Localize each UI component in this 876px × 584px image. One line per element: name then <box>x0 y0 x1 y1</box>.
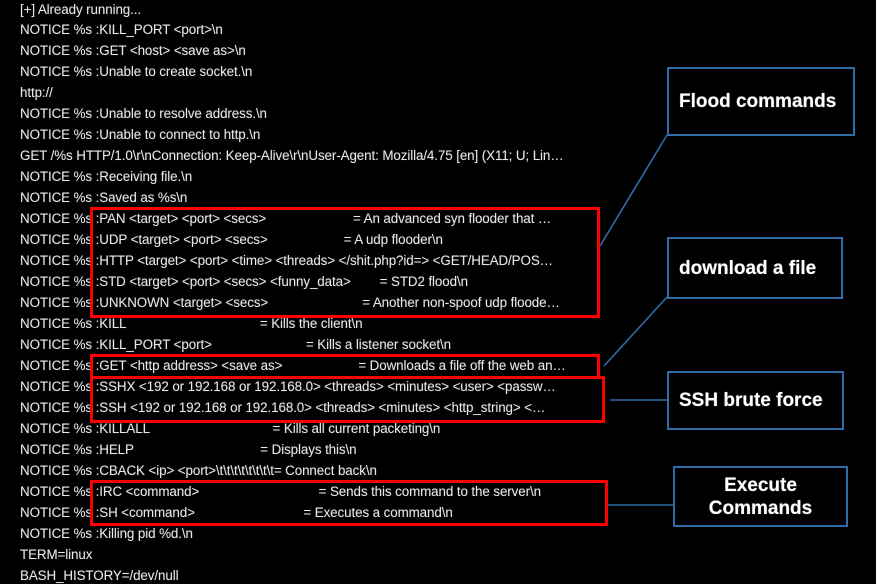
terminal-line: NOTICE %s :UDP <target> <port> <secs> = … <box>20 232 443 247</box>
terminal-line: NOTICE %s :KILL_PORT <port> = Kills a li… <box>20 337 451 352</box>
terminal-line: http:// <box>20 85 53 100</box>
callout-download-a-file: download a file <box>667 237 843 299</box>
terminal-line: NOTICE %s :Unable to connect to http.\n <box>20 127 261 142</box>
callout-label-wrap: Execute Commands <box>709 474 812 520</box>
terminal-line: NOTICE %s :CBACK <ip> <port>\t\t\t\t\t\t… <box>20 463 377 478</box>
callout-ssh-brute-force: SSH brute force <box>667 371 844 430</box>
screenshot-canvas: [+] Already running... NOTICE %s :KILL_PO… <box>0 0 876 584</box>
terminal-line: BASH_HISTORY=/dev/null <box>20 568 179 583</box>
terminal-line: NOTICE %s :KILL_PORT <port>\n <box>20 22 223 37</box>
terminal-line: [+] Already running... <box>20 2 141 17</box>
callout-label: SSH brute force <box>679 390 823 411</box>
terminal-line: NOTICE %s :HTTP <target> <port> <time> <… <box>20 253 553 268</box>
terminal-line: NOTICE %s :IRC <command> = Sends this co… <box>20 484 541 499</box>
terminal-line: NOTICE %s :PAN <target> <port> <secs> = … <box>20 211 552 226</box>
terminal-line: NOTICE %s :Saved as %s\n <box>20 190 188 205</box>
terminal-line: NOTICE %s :GET <host> <save as>\n <box>20 43 246 58</box>
terminal-line: NOTICE %s :SSH <192 or 192.168 or 192.16… <box>20 400 546 415</box>
terminal-line: NOTICE %s :Receiving file.\n <box>20 169 193 184</box>
terminal-line: TERM=linux <box>20 547 93 562</box>
terminal-line: NOTICE %s :STD <target> <port> <secs> <f… <box>20 274 468 289</box>
terminal-line: NOTICE %s :GET <http address> <save as> … <box>20 358 566 373</box>
callout-label: download a file <box>679 257 817 279</box>
terminal-output: [+] Already running... NOTICE %s :KILL_PO… <box>0 0 640 584</box>
callout-execute-commands: Execute Commands <box>673 466 848 527</box>
callout-label: Commands <box>708 497 813 519</box>
terminal-line: NOTICE %s :Killing pid %d.\n <box>20 526 193 541</box>
terminal-line: GET /%s HTTP/1.0\r\nConnection: Keep-Ali… <box>20 148 564 163</box>
terminal-line: NOTICE %s :KILLALL = Kills all current p… <box>20 421 441 436</box>
callout-label: Flood commands <box>679 91 837 112</box>
terminal-line: NOTICE %s :UNKNOWN <target> <secs> = Ano… <box>20 295 560 310</box>
terminal-line: NOTICE %s :Unable to resolve address.\n <box>20 106 267 121</box>
terminal-line: NOTICE %s :KILL = Kills the client\n <box>20 316 363 331</box>
terminal-line: NOTICE %s :SH <command> = Executes a com… <box>20 505 453 520</box>
terminal-line: NOTICE %s :HELP = Displays this\n <box>20 442 357 457</box>
terminal-line: NOTICE %s :SSHX <192 or 192.168 or 192.1… <box>20 379 556 394</box>
terminal-line: NOTICE %s :Unable to create socket.\n <box>20 64 253 79</box>
callout-flood-commands: Flood commands <box>667 67 855 136</box>
callout-label: Execute <box>724 474 797 496</box>
